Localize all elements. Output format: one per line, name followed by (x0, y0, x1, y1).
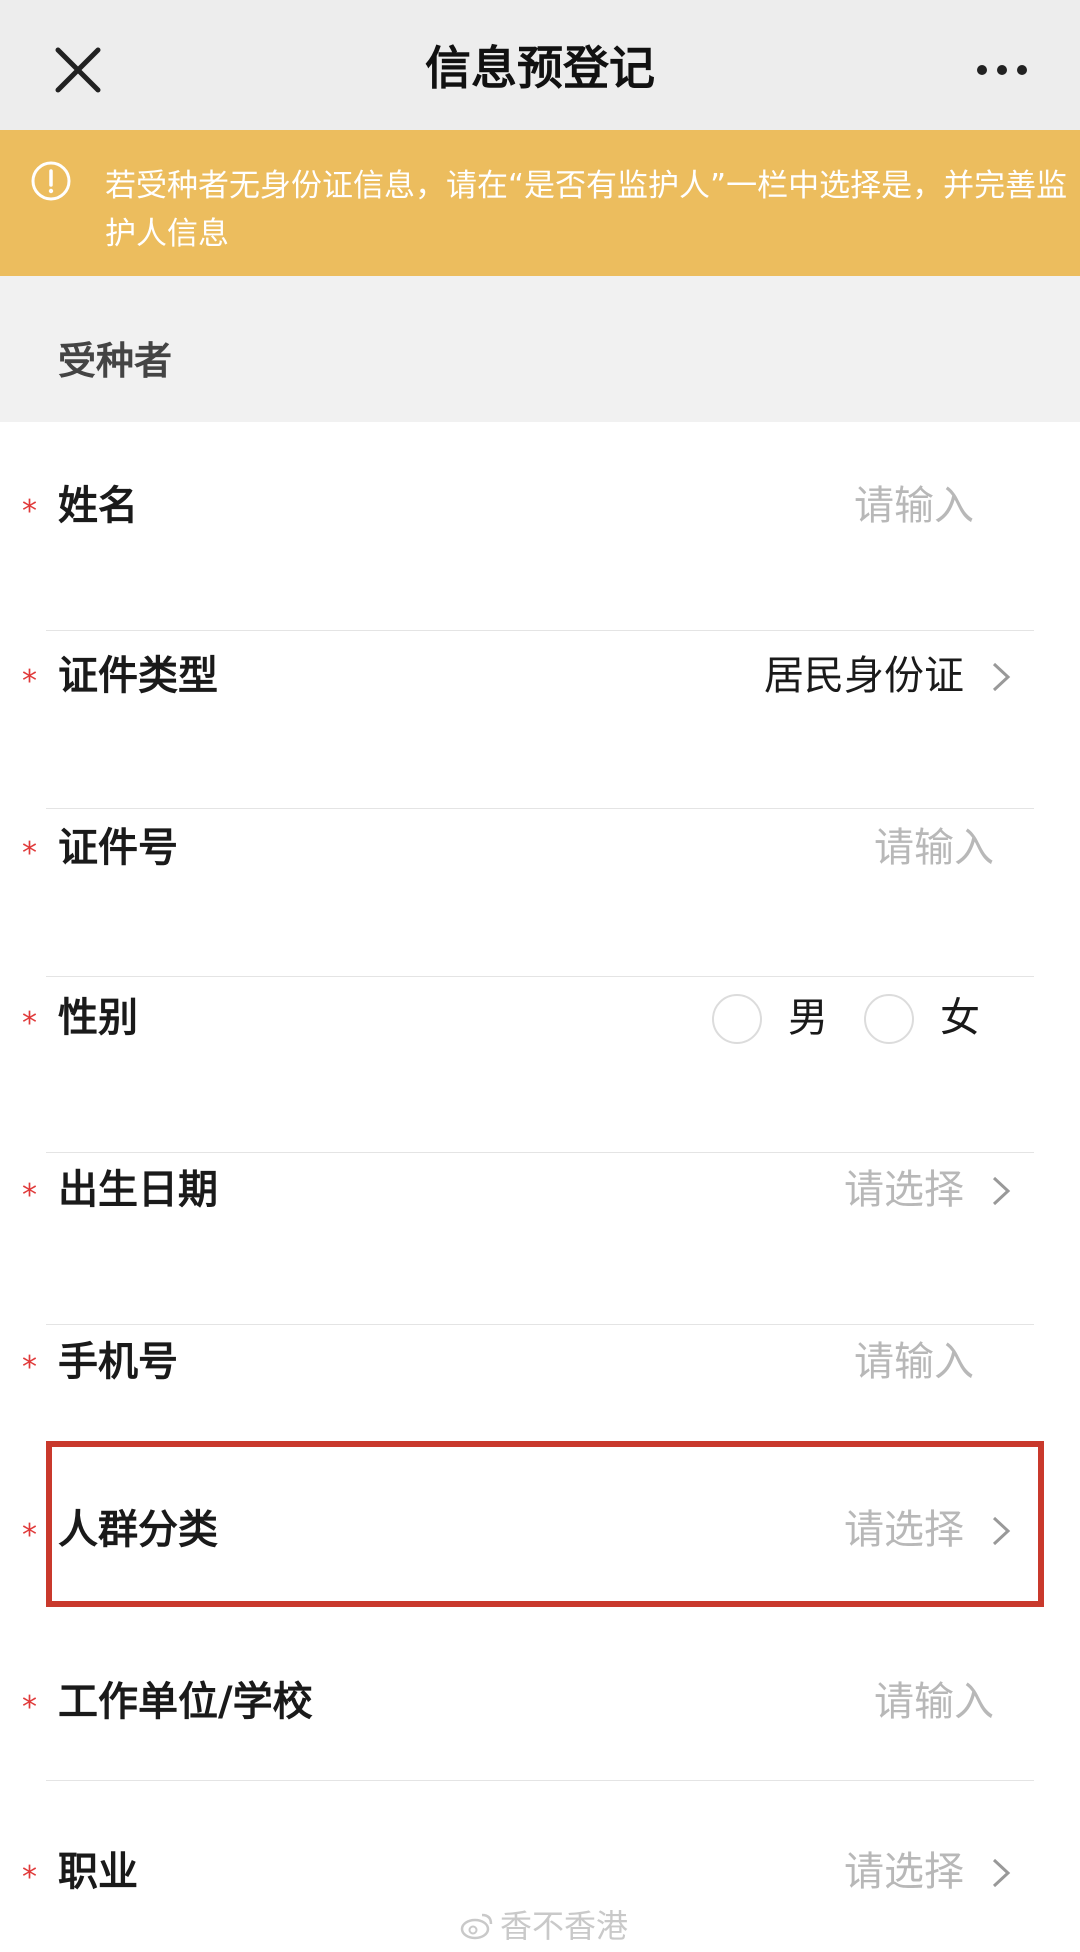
required-mark: * (22, 494, 37, 529)
required-mark: * (22, 664, 37, 699)
required-mark: * (22, 836, 37, 871)
required-mark: * (22, 1860, 37, 1895)
notice-banner: 若受种者无身份证信息，请在“是否有监护人”一栏中选择是，并完善监护人信息 (0, 130, 1080, 276)
watermark-text: 香不香港 (500, 1907, 629, 1945)
weibo-icon (460, 1910, 494, 1940)
required-mark: * (22, 1006, 37, 1041)
field-label: 工作单位/学校 (58, 1679, 313, 1725)
field-population-category[interactable]: * 人群分类 请选择 (0, 1490, 1080, 1610)
field-label: 人群分类 (58, 1507, 218, 1553)
birth-date-select[interactable]: 请选择 (844, 1150, 964, 1230)
required-mark: * (22, 1350, 37, 1385)
occupation-select[interactable]: 请选择 (844, 1832, 964, 1912)
divider (46, 976, 1034, 977)
required-mark: * (22, 1518, 37, 1553)
field-label: 姓名 (58, 483, 138, 529)
workplace-input[interactable]: 请输入 (874, 1662, 994, 1742)
divider (46, 1780, 1034, 1781)
divider (46, 630, 1034, 631)
close-icon[interactable] (48, 40, 108, 100)
field-workplace[interactable]: * 工作单位/学校 请输入 (0, 1662, 1080, 1782)
name-input[interactable]: 请输入 (854, 466, 974, 546)
id-number-input[interactable]: 请输入 (874, 808, 994, 888)
notice-text: 若受种者无身份证信息，请在“是否有监护人”一栏中选择是，并完善监护人信息 (105, 168, 1068, 252)
field-birth-date[interactable]: * 出生日期 请选择 (0, 1150, 1080, 1325)
gender-male-label[interactable]: 男 (788, 978, 828, 1058)
field-name[interactable]: * 姓名 请输入 (0, 466, 1080, 631)
field-id-number[interactable]: * 证件号 请输入 (0, 808, 1080, 977)
id-type-select[interactable]: 居民身份证 (764, 636, 964, 716)
field-label: 出生日期 (58, 1167, 218, 1213)
required-mark: * (22, 1178, 37, 1213)
field-label: 性别 (58, 995, 138, 1041)
chevron-right-icon (988, 1856, 1014, 1890)
page-title: 信息预登记 (425, 41, 655, 95)
section-header: 受种者 (0, 276, 1080, 422)
more-icon[interactable] (972, 40, 1032, 100)
field-label: 证件类型 (58, 653, 218, 699)
field-id-type[interactable]: * 证件类型 居民身份证 (0, 636, 1080, 809)
field-phone[interactable]: * 手机号 请输入 (0, 1322, 1080, 1442)
chevron-right-icon (988, 1174, 1014, 1208)
chevron-right-icon (988, 660, 1014, 694)
gender-male-radio[interactable] (712, 994, 762, 1044)
field-label: 职业 (58, 1849, 138, 1895)
info-icon (30, 160, 72, 202)
population-category-select[interactable]: 请选择 (844, 1490, 964, 1570)
watermark: 香不香港 (460, 1906, 628, 1946)
gender-female-radio[interactable] (864, 994, 914, 1044)
gender-female-label[interactable]: 女 (940, 978, 980, 1058)
field-gender[interactable]: * 性别 男 女 (0, 978, 1080, 1153)
section-title: 受种者 (58, 339, 173, 383)
chevron-right-icon (988, 1514, 1014, 1548)
field-label: 手机号 (58, 1339, 178, 1385)
nav-bar: 信息预登记 (0, 0, 1080, 130)
phone-input[interactable]: 请输入 (854, 1322, 974, 1402)
required-mark: * (22, 1690, 37, 1725)
field-label: 证件号 (58, 825, 178, 871)
